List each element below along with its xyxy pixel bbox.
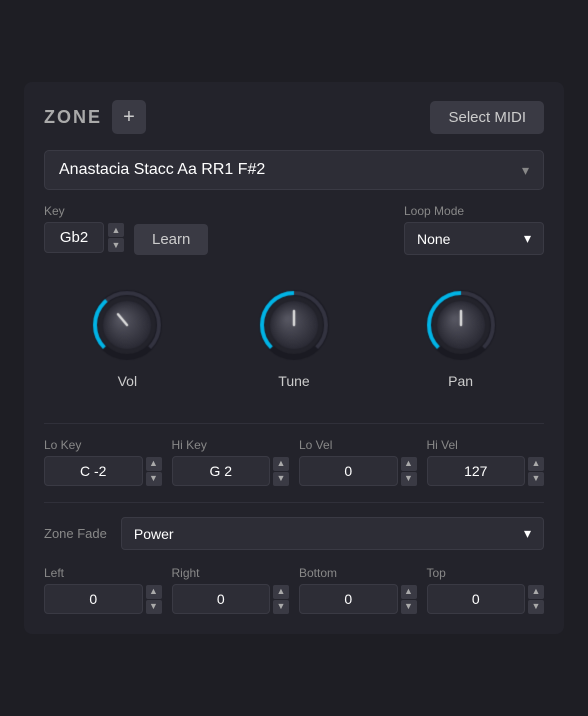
select-midi-button[interactable]: Select MIDI [430, 101, 544, 134]
fade-top-label: Top [427, 566, 545, 580]
tune-knob[interactable] [254, 285, 334, 365]
lo-vel-down[interactable]: ▼ [401, 472, 417, 486]
zone-left: ZONE + [44, 100, 146, 134]
knobs-row: Vol Tune Pan [44, 275, 544, 399]
fade-right-input-row: 0 ▲ ▼ [172, 584, 290, 614]
key-input-row: Gb2 ▲ ▼ [44, 222, 124, 253]
add-button[interactable]: + [112, 100, 146, 134]
zone-fade-row: Zone Fade Power ▾ [44, 517, 544, 550]
preset-dropdown[interactable]: Anastacia Stacc Aa RR1 F#2 ▾ [44, 150, 544, 190]
pan-label: Pan [448, 373, 473, 389]
hi-vel-up[interactable]: ▲ [528, 457, 544, 471]
zone-fade-dropdown[interactable]: Power ▾ [121, 517, 544, 550]
fade-top-value: 0 [427, 584, 526, 614]
key-down-button[interactable]: ▼ [108, 238, 124, 252]
lo-key-up[interactable]: ▲ [146, 457, 162, 471]
lo-vel-label: Lo Vel [299, 438, 417, 452]
key-loop-row: Key Gb2 ▲ ▼ Learn Loop Mode None ▾ [44, 204, 544, 255]
hi-vel-down[interactable]: ▼ [528, 472, 544, 486]
key-value: Gb2 [44, 222, 104, 253]
key-label: Key [44, 204, 124, 218]
hi-key-input-row: G 2 ▲ ▼ [172, 456, 290, 486]
preset-value: Anastacia Stacc Aa RR1 F#2 [59, 161, 265, 179]
key-up-button[interactable]: ▲ [108, 223, 124, 237]
tune-knob-container: Tune [254, 285, 334, 389]
lo-vel-input-row: 0 ▲ ▼ [299, 456, 417, 486]
fade-bottom-down[interactable]: ▼ [401, 600, 417, 614]
fade-right-field: Right 0 ▲ ▼ [172, 566, 290, 614]
lo-vel-spinners: ▲ ▼ [401, 457, 417, 486]
fade-top-up[interactable]: ▲ [528, 585, 544, 599]
lo-key-label: Lo Key [44, 438, 162, 452]
hi-vel-field: Hi Vel 127 ▲ ▼ [427, 438, 545, 486]
lo-key-down[interactable]: ▼ [146, 472, 162, 486]
tune-label: Tune [278, 373, 309, 389]
fade-top-field: Top 0 ▲ ▼ [427, 566, 545, 614]
main-panel: ZONE + Select MIDI Anastacia Stacc Aa RR… [24, 82, 564, 634]
lo-key-spinners: ▲ ▼ [146, 457, 162, 486]
fade-top-spinners: ▲ ▼ [528, 585, 544, 614]
fade-right-up[interactable]: ▲ [273, 585, 289, 599]
preset-dropdown-arrow: ▾ [522, 162, 529, 179]
fade-left-value: 0 [44, 584, 143, 614]
fade-row: Left 0 ▲ ▼ Right 0 ▲ ▼ Bottom 0 [44, 566, 544, 614]
fade-top-down[interactable]: ▼ [528, 600, 544, 614]
key-spinners: ▲ ▼ [108, 223, 124, 252]
preset-dropdown-row: Anastacia Stacc Aa RR1 F#2 ▾ [44, 150, 544, 190]
fade-left-field: Left 0 ▲ ▼ [44, 566, 162, 614]
fade-right-value: 0 [172, 584, 271, 614]
hi-key-value: G 2 [172, 456, 271, 486]
lo-vel-field: Lo Vel 0 ▲ ▼ [299, 438, 417, 486]
pan-knob[interactable] [421, 285, 501, 365]
vol-knob[interactable] [87, 285, 167, 365]
hi-vel-input-row: 127 ▲ ▼ [427, 456, 545, 486]
pan-knob-container: Pan [421, 285, 501, 389]
fade-right-down[interactable]: ▼ [273, 600, 289, 614]
fade-left-label: Left [44, 566, 162, 580]
vol-knob-container: Vol [87, 285, 167, 389]
fade-bottom-spinners: ▲ ▼ [401, 585, 417, 614]
fade-bottom-field: Bottom 0 ▲ ▼ [299, 566, 417, 614]
fade-left-spinners: ▲ ▼ [146, 585, 162, 614]
hi-vel-value: 127 [427, 456, 526, 486]
loop-mode-value: None [417, 231, 450, 247]
key-section: Key Gb2 ▲ ▼ [44, 204, 124, 253]
fade-right-label: Right [172, 566, 290, 580]
lo-key-input-row: C -2 ▲ ▼ [44, 456, 162, 486]
hi-vel-spinners: ▲ ▼ [528, 457, 544, 486]
vol-label: Vol [118, 373, 137, 389]
hi-key-label: Hi Key [172, 438, 290, 452]
loop-mode-label: Loop Mode [404, 204, 544, 218]
fade-bottom-up[interactable]: ▲ [401, 585, 417, 599]
lo-key-field: Lo Key C -2 ▲ ▼ [44, 438, 162, 486]
loop-mode-dropdown[interactable]: None ▾ [404, 222, 544, 255]
fade-left-input-row: 0 ▲ ▼ [44, 584, 162, 614]
fade-left-down[interactable]: ▼ [146, 600, 162, 614]
fade-right-spinners: ▲ ▼ [273, 585, 289, 614]
lo-vel-up[interactable]: ▲ [401, 457, 417, 471]
zone-fade-label: Zone Fade [44, 526, 107, 541]
fade-top-input-row: 0 ▲ ▼ [427, 584, 545, 614]
learn-button[interactable]: Learn [134, 224, 208, 255]
fade-bottom-input-row: 0 ▲ ▼ [299, 584, 417, 614]
loop-mode-arrow: ▾ [524, 230, 531, 247]
hi-key-down[interactable]: ▼ [273, 472, 289, 486]
zone-fade-value: Power [134, 526, 174, 542]
fade-left-up[interactable]: ▲ [146, 585, 162, 599]
loop-section: Loop Mode None ▾ [404, 204, 544, 255]
hi-key-field: Hi Key G 2 ▲ ▼ [172, 438, 290, 486]
zone-fade-arrow: ▾ [524, 525, 531, 542]
hi-vel-label: Hi Vel [427, 438, 545, 452]
hi-key-spinners: ▲ ▼ [273, 457, 289, 486]
fade-bottom-value: 0 [299, 584, 398, 614]
hi-key-up[interactable]: ▲ [273, 457, 289, 471]
fade-bottom-label: Bottom [299, 566, 417, 580]
lo-key-value: C -2 [44, 456, 143, 486]
lo-vel-value: 0 [299, 456, 398, 486]
header-row: ZONE + Select MIDI [44, 100, 544, 134]
zone-label: ZONE [44, 107, 102, 128]
keyvel-row: Lo Key C -2 ▲ ▼ Hi Key G 2 ▲ ▼ Lo Vel [44, 438, 544, 486]
